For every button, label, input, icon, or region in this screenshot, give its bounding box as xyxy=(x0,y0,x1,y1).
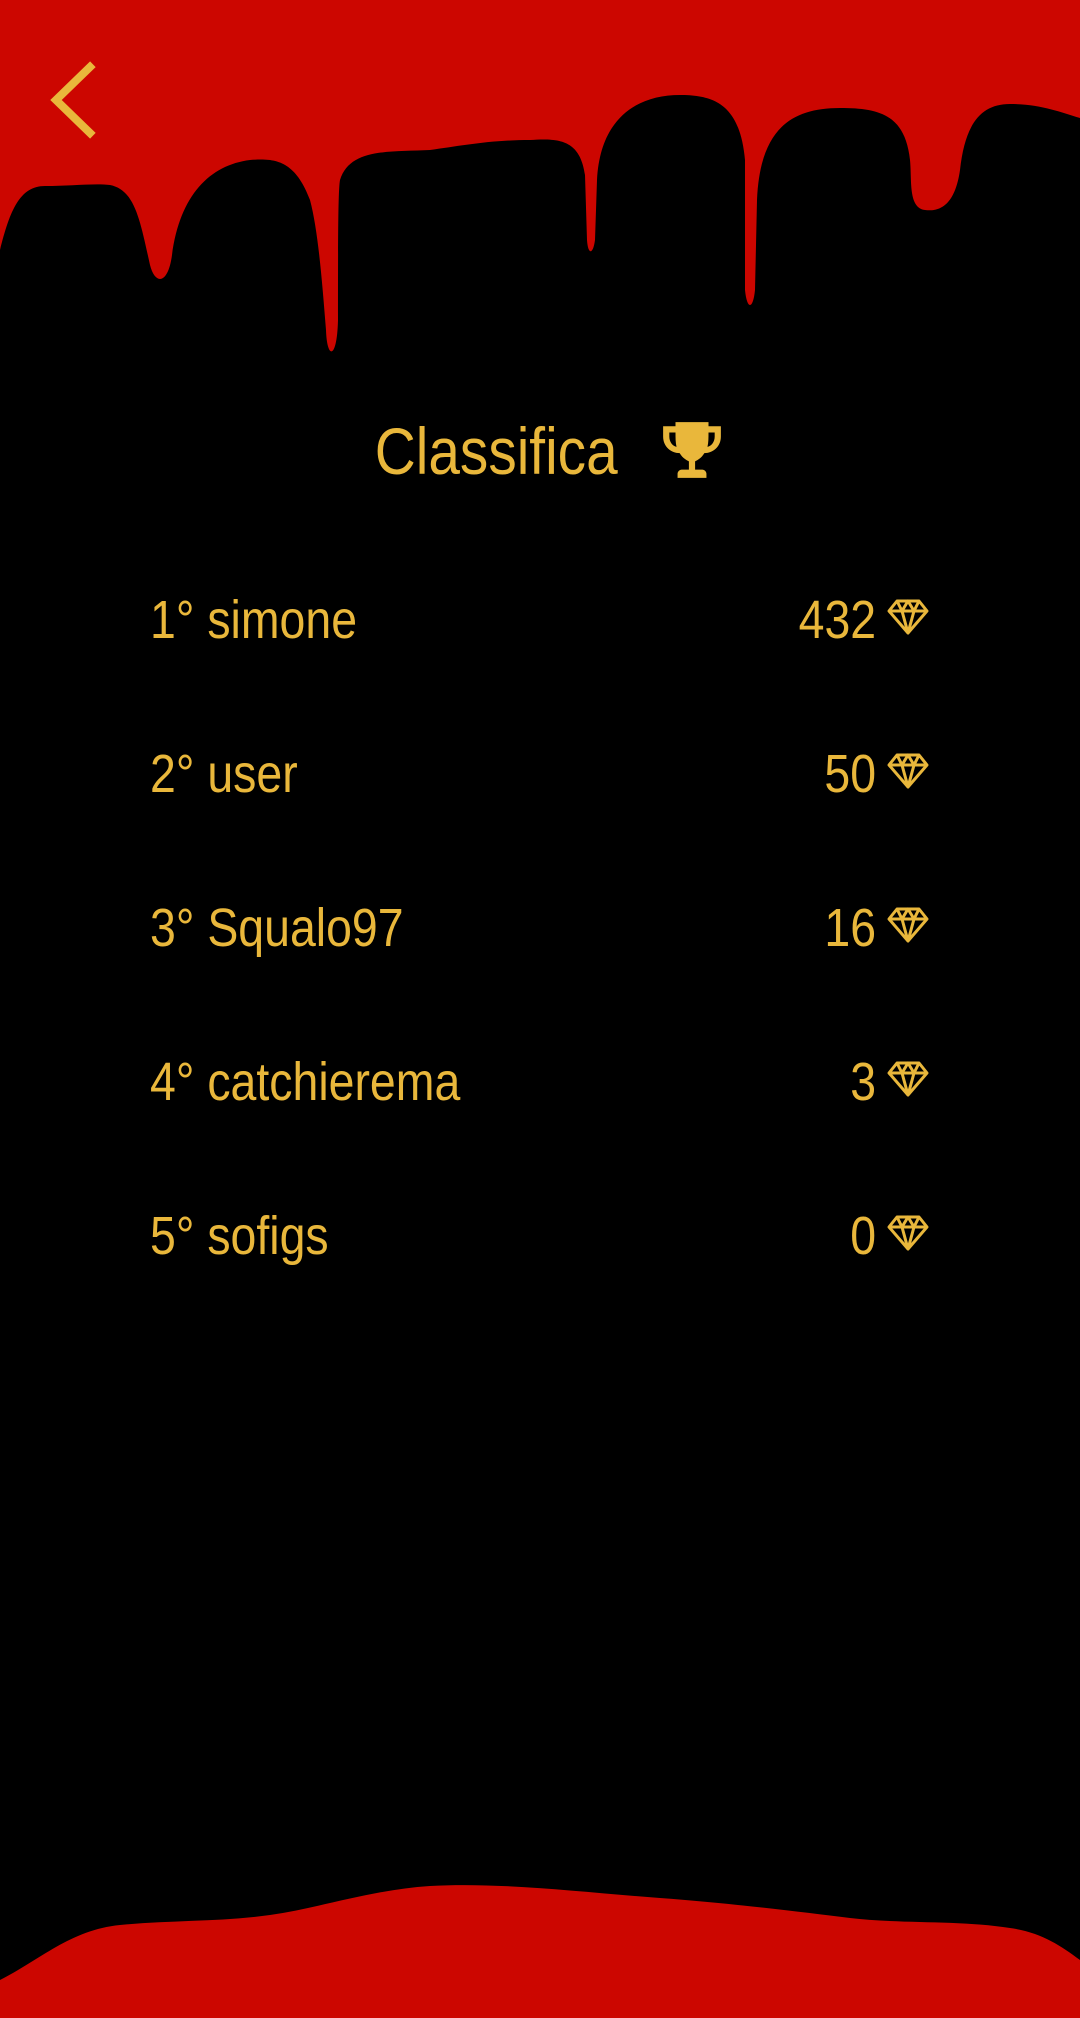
player-entry: 5° sofigs xyxy=(150,1196,329,1276)
back-button[interactable] xyxy=(40,55,110,145)
player-entry: 1° simone xyxy=(150,580,357,660)
bottom-wave-decoration xyxy=(0,1885,1080,2018)
rank: 4° xyxy=(150,1052,195,1112)
score-group: 3 xyxy=(846,1042,930,1122)
leaderboard-row-3: 3° Squalo97 16 xyxy=(150,888,930,1042)
player-name: user xyxy=(207,744,298,804)
player-name: sofigs xyxy=(207,1206,329,1266)
score-group: 432 xyxy=(786,580,930,660)
top-drip-decoration xyxy=(0,0,1080,352)
score-group: 16 xyxy=(816,888,930,968)
rank: 1° xyxy=(150,590,195,650)
score-value: 432 xyxy=(798,590,876,650)
player-entry: 4° catchierema xyxy=(150,1042,460,1122)
chevron-left-icon xyxy=(50,61,96,139)
leaderboard-row-5: 5° sofigs 0 xyxy=(150,1196,930,1350)
diamond-icon xyxy=(887,907,929,943)
score-group: 0 xyxy=(846,1196,930,1276)
score-value: 0 xyxy=(850,1206,876,1266)
player-entry: 3° Squalo97 xyxy=(150,888,404,968)
score-value: 16 xyxy=(824,898,876,958)
rank: 5° xyxy=(150,1206,195,1266)
rank: 2° xyxy=(150,744,195,804)
diamond-icon xyxy=(887,1061,929,1097)
diamond-icon xyxy=(887,599,929,635)
player-name: catchierema xyxy=(207,1052,461,1112)
score-value: 3 xyxy=(850,1052,876,1112)
score-group: 50 xyxy=(816,734,930,814)
rank: 3° xyxy=(150,898,195,958)
page-title: Classifica xyxy=(0,405,1080,491)
player-name: Squalo97 xyxy=(207,898,404,958)
leaderboard-row-4: 4° catchierema 3 xyxy=(150,1042,930,1196)
diamond-icon xyxy=(887,1215,929,1251)
score-value: 50 xyxy=(824,744,876,804)
player-entry: 2° user xyxy=(150,734,298,814)
leaderboard-row-1: 1° simone 432 xyxy=(150,580,930,734)
player-name: simone xyxy=(207,590,358,650)
diamond-icon xyxy=(887,753,929,789)
page-title-text: Classifica xyxy=(374,413,618,488)
leaderboard-row-2: 2° user 50 xyxy=(150,734,930,888)
leaderboard-list: 1° simone 432 2° user 50 3° Squalo97 16 xyxy=(150,580,930,1350)
trophy-icon xyxy=(663,421,722,478)
